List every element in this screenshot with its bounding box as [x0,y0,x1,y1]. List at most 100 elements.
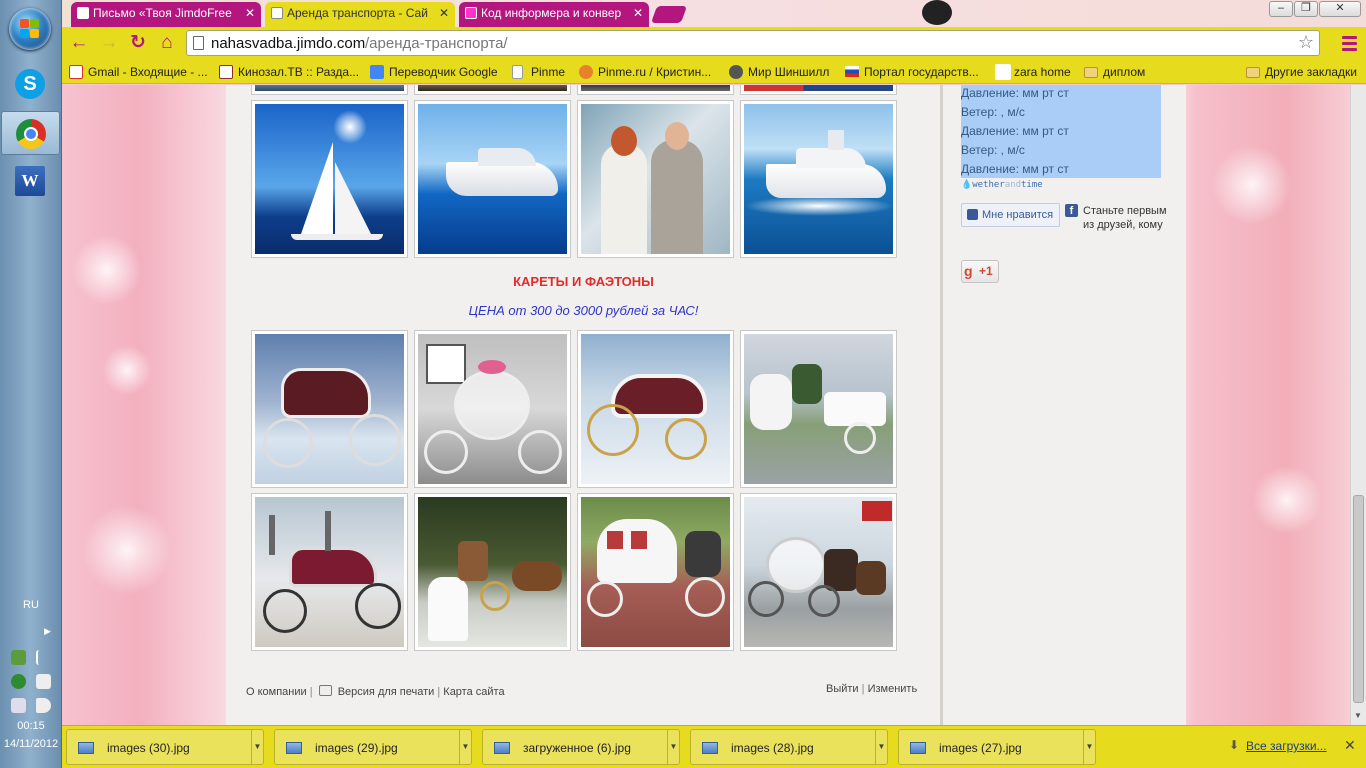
bookmark-kinozal[interactable]: Кинозал.ТВ :: Разда... [219,63,359,81]
gallery-thumb-cinderella-carriage[interactable] [740,493,897,651]
google-plus-icon: g [964,263,973,279]
gallery-thumb-motor-yacht[interactable] [414,100,571,258]
bokeh-decoration [1252,465,1322,535]
bookmark-gosuslugi[interactable]: Портал государств... [845,63,979,81]
gallery-thumb-carriage-snow[interactable] [251,330,408,488]
bookmark-google-translate[interactable]: Переводчик Google [370,63,498,81]
network-icon[interactable] [11,698,26,713]
bookmark-label: Другие закладки [1265,65,1357,79]
tab-gmail-letter[interactable]: Письмо «Твоя JimdoFree ✕ [71,2,261,27]
download-item[interactable]: images (29).jpg ▼ [274,729,472,765]
all-downloads-link[interactable]: Все загрузки... [1228,739,1327,753]
download-item[interactable]: images (27).jpg ▼ [898,729,1096,765]
bookmark-other-folder[interactable]: Другие закладки [1246,63,1357,81]
page-viewport[interactable]: КАРЕТЫ И ФАЭТОНЫ ЦЕНА от 300 до 3000 руб… [62,85,1350,725]
network-status-icon[interactable] [11,650,26,665]
restore-button[interactable]: ❐ [1294,1,1318,17]
minimize-button[interactable]: – [1269,1,1293,17]
image-file-icon [286,742,302,754]
gallery-image [581,85,730,91]
couple-on-boat-image [581,104,730,254]
chevron-down-icon[interactable]: ▼ [459,730,471,764]
gallery-thumb-crystal-carriage[interactable] [414,330,571,488]
page-icon [995,64,1011,80]
start-button[interactable] [9,8,51,50]
usb-device-icon[interactable] [36,674,51,689]
download-item[interactable]: загруженное (6).jpg ▼ [482,729,680,765]
bookmark-label: Переводчик Google [389,65,498,79]
taskbar-word[interactable]: W [1,159,60,203]
bookmark-zara-home[interactable]: zara home [995,63,1071,81]
new-tab-button[interactable] [650,6,688,23]
scroll-down-arrow-icon[interactable]: ▼ [1354,711,1362,720]
download-item[interactable]: images (28).jpg ▼ [690,729,888,765]
bookmark-folder-diplom[interactable]: диплом [1084,63,1145,81]
close-icon[interactable]: ✕ [633,2,643,24]
tab-transport-rental[interactable]: Аренда транспорта - Сай ✕ [265,2,455,27]
scrollbar-thumb[interactable] [1353,495,1364,703]
bokeh-decoration [82,505,172,595]
chevron-down-icon[interactable]: ▼ [875,730,887,764]
address-bar[interactable]: nahasvadba.jimdo.com /аренда-транспорта/… [186,30,1320,56]
gallery-thumb[interactable] [414,85,571,95]
tab-informer-code[interactable]: Код информера и конвер ✕ [459,2,649,27]
gallery-thumb[interactable] [577,85,734,95]
tab-strip: Письмо «Твоя JimdoFree ✕ Аренда транспор… [62,0,1366,27]
gallery-thumb-couple-on-boat[interactable] [577,100,734,258]
volume-icon[interactable] [36,698,51,713]
chevron-down-icon[interactable]: ▼ [1083,730,1095,764]
facebook-like-button[interactable]: Мне нравится [961,203,1060,227]
about-company-link[interactable]: О компании [246,686,307,698]
gallery-thumb[interactable] [251,85,408,95]
page-scrollbar[interactable]: ▼ [1350,85,1366,725]
carriage-image [581,497,730,647]
column-divider [940,85,943,725]
tray-expand-icon[interactable]: ▶ [44,626,51,637]
home-button[interactable]: ⌂ [155,31,179,55]
taskbar-skype[interactable]: S [1,62,60,106]
forward-button[interactable]: → [97,31,121,55]
gallery-thumb-horse-carriage-street[interactable] [740,330,897,488]
clock-date[interactable]: 14/11/2012 [0,738,62,750]
gallery-thumb-black-carriage[interactable] [251,493,408,651]
antivirus-icon[interactable] [11,674,26,689]
chevron-down-icon[interactable]: ▼ [667,730,679,764]
logout-link[interactable]: Выйти [826,683,859,695]
chevron-down-icon[interactable]: ▼ [251,730,263,764]
reload-button[interactable]: ↻ [126,31,150,55]
clock-time[interactable]: 00:15 [0,720,62,732]
sailboat-image [255,104,404,254]
downloads-bar: images (30).jpg ▼ images (29).jpg ▼ загр… [62,725,1366,768]
browser-window: Письмо «Твоя JimdoFree ✕ Аренда транспор… [62,0,1366,768]
print-version-link[interactable]: Версия для печати [338,686,435,698]
language-indicator[interactable]: RU [0,599,62,611]
gallery-thumb-white-coach[interactable] [577,493,734,651]
translate-icon [370,65,384,79]
bookmark-gmail[interactable]: Gmail - Входящие - ... [69,63,208,81]
gallery-thumb-sailboat[interactable] [251,100,408,258]
back-button[interactable]: ← [67,31,91,55]
gallery-thumb-sleigh-carriage[interactable] [577,330,734,488]
close-icon[interactable]: ✕ [1344,737,1356,754]
bookmark-star-icon[interactable]: ☆ [1298,32,1314,53]
bookmark-pinme-kristina[interactable]: Pinme.ru / Кристин... [579,63,711,81]
image-file-icon [702,742,718,754]
weather-brand-link[interactable]: 💧wetherandtime [961,180,1043,190]
bookmark-pinme[interactable]: Pinme [512,63,565,81]
gallery-thumb[interactable] [740,85,897,95]
action-center-flag-icon[interactable] [36,650,51,665]
close-icon[interactable]: ✕ [439,2,449,24]
close-window-button[interactable]: ✕ [1319,1,1361,17]
taskbar-chrome[interactable] [1,111,60,155]
thumbs-up-icon [967,209,978,220]
close-icon[interactable]: ✕ [245,2,255,24]
google-plus-one-button[interactable]: g +1 [961,260,999,283]
gallery-thumb-superyacht[interactable] [740,100,897,258]
bookmark-chinchilla[interactable]: Мир Шиншилл [729,63,829,81]
edit-link[interactable]: Изменить [868,683,918,695]
gallery-thumb-wedding-carriage-forest[interactable] [414,493,571,651]
chrome-menu-button[interactable] [1340,31,1360,55]
download-item[interactable]: images (30).jpg ▼ [66,729,264,765]
windows-taskbar: S W RU ▶ 00:15 14/11/2012 [0,0,62,768]
sitemap-link[interactable]: Карта сайта [443,686,504,698]
